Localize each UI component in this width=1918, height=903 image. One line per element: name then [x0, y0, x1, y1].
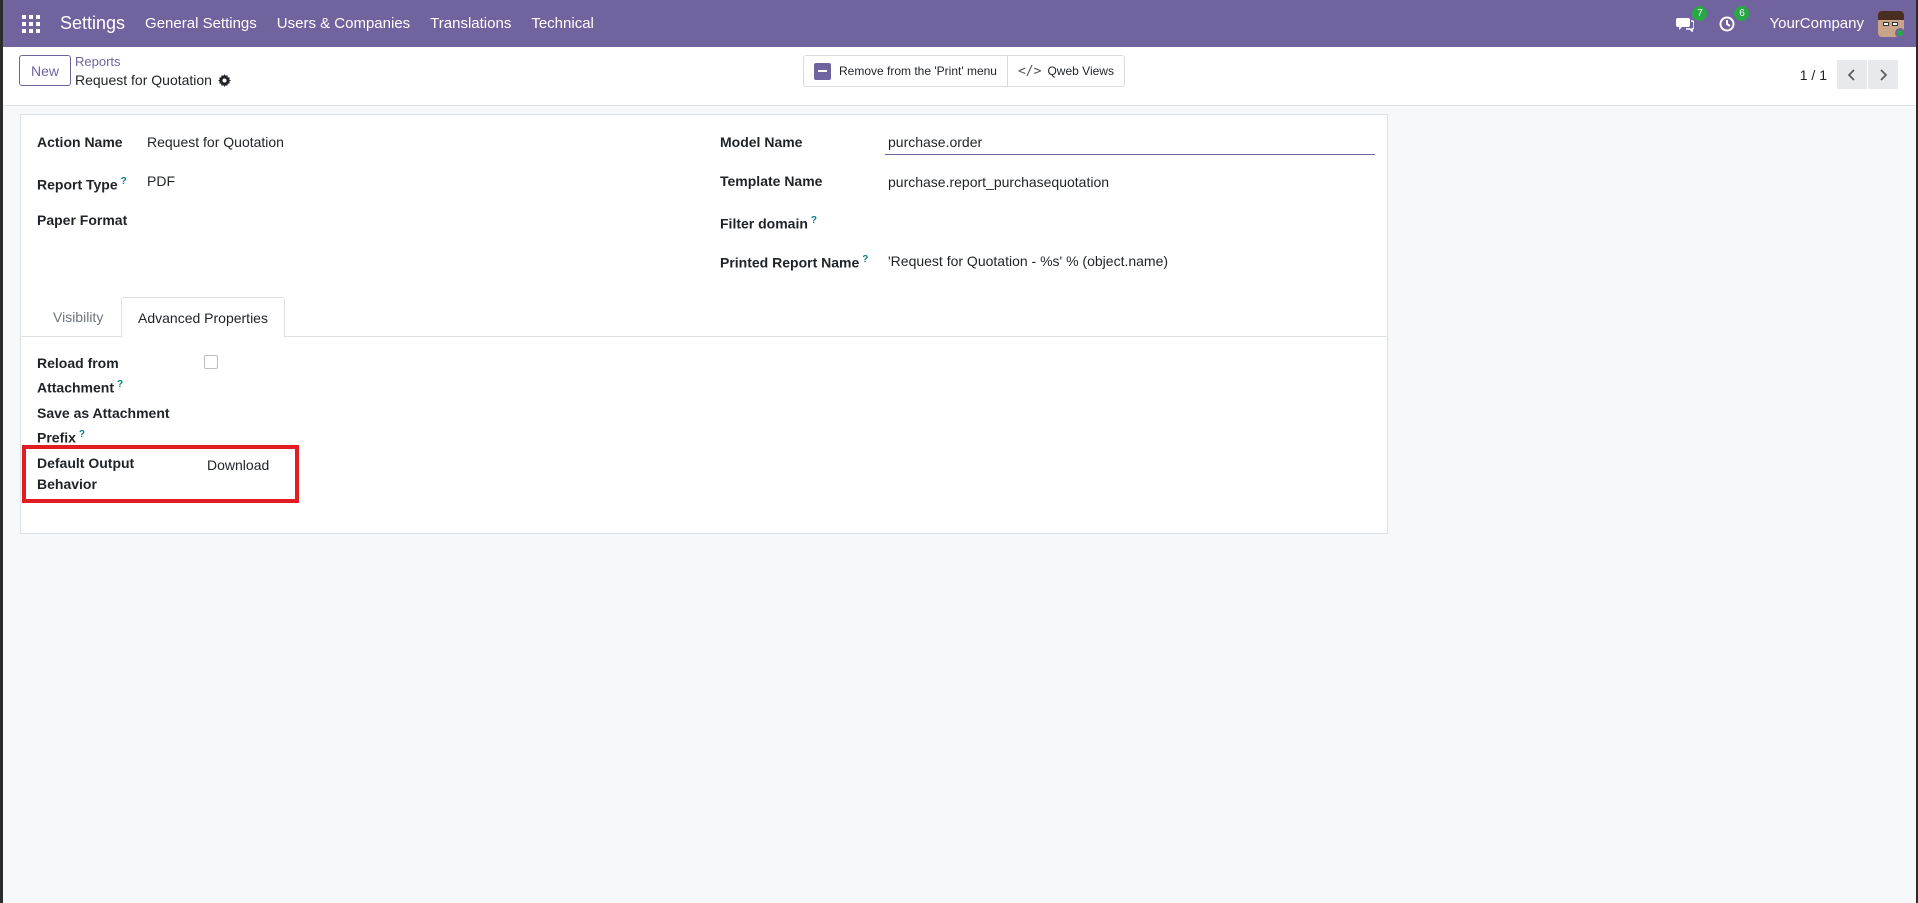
navbar-systray: 7 6 YourCompany — [1675, 0, 1916, 47]
action-name-label: Action Name — [37, 134, 123, 150]
remove-from-print-menu-label: Remove from the 'Print' menu — [839, 64, 997, 78]
menu-technical[interactable]: Technical — [531, 15, 594, 32]
report-type-value[interactable]: PDF — [147, 171, 175, 196]
report-type-help-icon[interactable]: ? — [121, 176, 127, 187]
window-edge-left — [0, 0, 3, 903]
notebook-tabs: Visibility Advanced Properties — [21, 297, 1387, 338]
minus-square-icon — [814, 62, 831, 80]
pager-next-button[interactable] — [1868, 60, 1898, 89]
highlight-box — [22, 445, 299, 503]
messages-badge: 7 — [1692, 5, 1708, 21]
filter-domain-help-icon[interactable]: ? — [811, 215, 817, 226]
pager-value[interactable]: 1 / 1 — [1800, 67, 1827, 83]
remove-from-print-menu-button[interactable]: Remove from the 'Print' menu — [804, 56, 1007, 86]
activities-clock-icon[interactable]: 6 — [1717, 5, 1750, 34]
printed-report-name-help-icon[interactable]: ? — [862, 254, 868, 265]
app-grid-icon[interactable] — [22, 14, 40, 33]
record-title: Request for Quotation — [75, 72, 212, 88]
action-button-group: Remove from the 'Print' menu </> Qweb Vi… — [803, 55, 1125, 87]
printed-report-name-value[interactable]: 'Request for Quotation - %s' % (object.n… — [888, 251, 1168, 272]
chevron-left-icon — [1848, 68, 1855, 81]
template-name-value[interactable]: purchase.report_purchasequotation — [888, 172, 1109, 193]
reload-help-icon[interactable]: ? — [117, 379, 123, 390]
model-name-label: Model Name — [720, 134, 803, 150]
template-name-label: Template Name — [720, 173, 823, 189]
messages-icon[interactable]: 7 — [1675, 5, 1708, 34]
pager-previous-button[interactable] — [1837, 60, 1867, 89]
breadcrumb-reports-link[interactable]: Reports — [75, 54, 231, 69]
tab-advanced-properties[interactable]: Advanced Properties — [121, 297, 285, 338]
user-avatar[interactable] — [1878, 10, 1904, 37]
field-paper-format: Paper Format — [37, 210, 147, 231]
paper-format-label: Paper Format — [37, 212, 128, 228]
app-brand[interactable]: Settings — [60, 13, 125, 34]
new-button[interactable]: New — [19, 55, 71, 86]
company-switcher[interactable]: YourCompany — [1769, 15, 1864, 32]
field-template-name: Template Name — [720, 171, 822, 192]
field-printed-report-name: Printed Report Name? — [720, 249, 868, 274]
reload-from-attachment-label: Reload from Attachment? — [37, 355, 124, 396]
prefix-help-icon[interactable]: ? — [79, 429, 85, 440]
filter-domain-label: Filter domain — [720, 215, 808, 232]
chevron-right-icon — [1880, 68, 1887, 81]
menu-translations[interactable]: Translations — [430, 15, 511, 32]
pager: 1 / 1 — [1800, 60, 1898, 89]
printed-report-name-label: Printed Report Name — [720, 254, 860, 271]
field-report-type: Report Type? PDF — [37, 171, 175, 196]
breadcrumb-current: Request for Quotation — [75, 72, 231, 88]
reload-from-attachment-checkbox[interactable] — [204, 355, 218, 369]
gear-icon[interactable] — [217, 73, 231, 87]
field-model-name: Model Name — [720, 132, 802, 153]
field-action-name: Action Name Request for Quotation — [37, 132, 284, 153]
tab-visibility[interactable]: Visibility — [37, 297, 119, 338]
qweb-views-label: Qweb Views — [1047, 64, 1114, 78]
menu-users-companies[interactable]: Users & Companies — [277, 15, 410, 32]
field-filter-domain: Filter domain? — [720, 210, 817, 235]
action-name-value[interactable]: Request for Quotation — [147, 132, 284, 153]
activities-badge: 6 — [1734, 5, 1750, 21]
code-icon: </> — [1017, 63, 1042, 79]
attachment-prefix-label: Save as Attachment Prefix? — [37, 405, 170, 446]
report-type-label: Report Type — [37, 176, 118, 193]
qweb-views-button[interactable]: </> Qweb Views — [1006, 56, 1124, 86]
model-name-input[interactable]: purchase.order — [885, 130, 1375, 155]
menu-general-settings[interactable]: General Settings — [145, 15, 257, 32]
breadcrumb: Reports Request for Quotation — [75, 54, 231, 88]
top-navbar: Settings General Settings Users & Compan… — [3, 0, 1916, 47]
control-panel: New Reports Request for Quotation Remove… — [3, 47, 1916, 106]
